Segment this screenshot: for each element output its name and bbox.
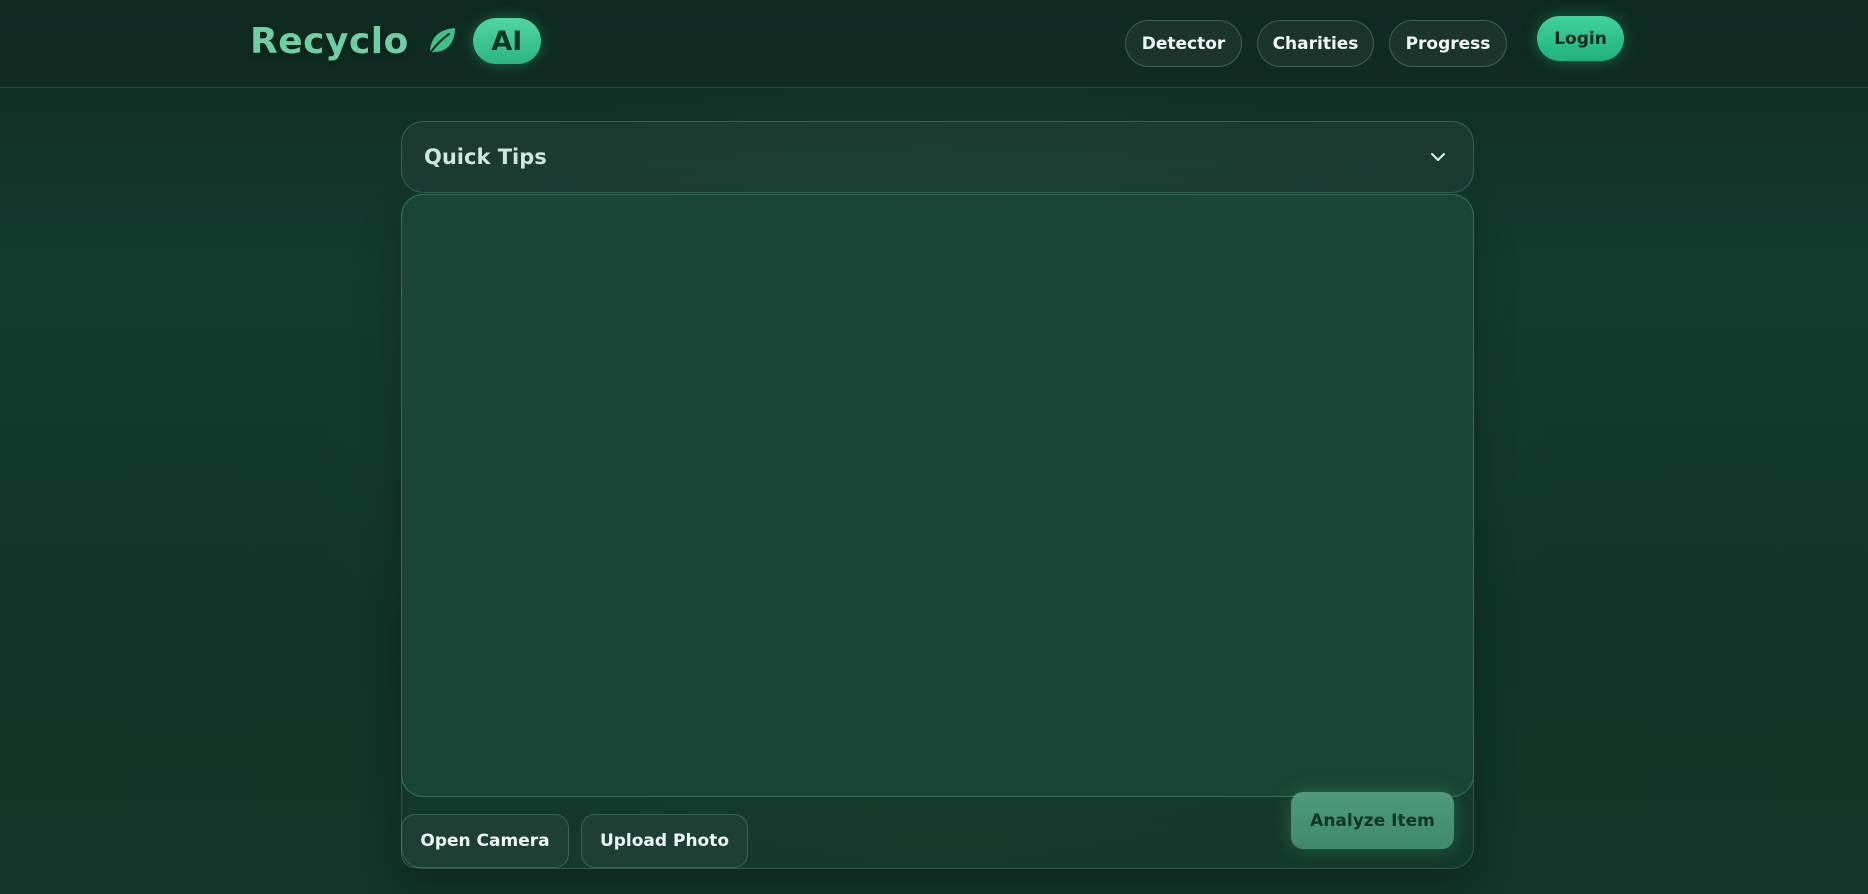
brand-name: Recyclo xyxy=(250,20,409,62)
quick-tips-panel[interactable]: Quick Tips xyxy=(401,121,1474,193)
upload-photo-button[interactable]: Upload Photo xyxy=(581,814,748,868)
leaf-icon xyxy=(425,24,459,58)
nav-charities[interactable]: Charities xyxy=(1257,20,1374,67)
login-button[interactable]: Login xyxy=(1537,16,1624,61)
analyze-item-button[interactable]: Analyze Item xyxy=(1291,792,1454,849)
open-camera-button[interactable]: Open Camera xyxy=(401,814,569,868)
chevron-down-icon[interactable] xyxy=(1429,148,1447,166)
brand-logo[interactable]: Recyclo AI xyxy=(250,17,541,65)
quick-tips-title: Quick Tips xyxy=(424,145,547,169)
nav-detector[interactable]: Detector xyxy=(1125,20,1242,67)
camera-preview xyxy=(401,194,1474,797)
ai-badge: AI xyxy=(472,18,541,64)
nav-progress[interactable]: Progress xyxy=(1389,20,1507,67)
top-navbar: Recyclo AI Detector Charities Progress L… xyxy=(0,0,1868,88)
